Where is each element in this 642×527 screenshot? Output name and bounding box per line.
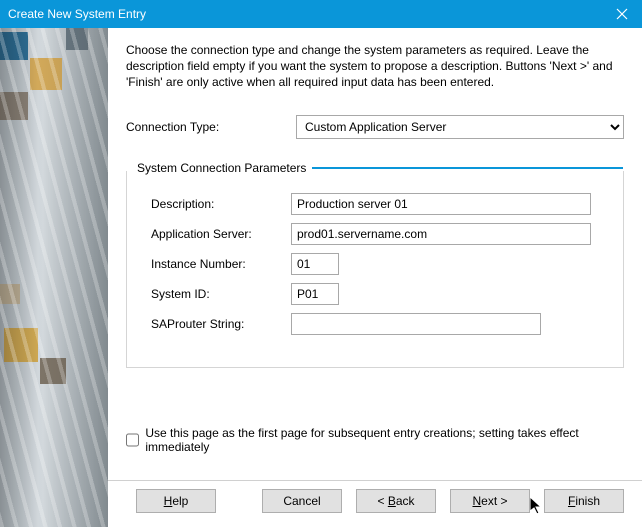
main-panel: Choose the connection type and change th… [108, 28, 642, 527]
help-button[interactable]: Help [136, 489, 216, 513]
groupbox-title: System Connection Parameters [127, 161, 312, 175]
close-button[interactable] [602, 0, 642, 28]
saprouter-string-input[interactable] [291, 313, 541, 335]
titlebar: Create New System Entry [0, 0, 642, 28]
connection-type-label: Connection Type: [126, 120, 296, 134]
wizard-footer: Help Cancel < Back Next > Finish [126, 489, 624, 517]
connection-type-select[interactable]: Custom Application Server [296, 115, 624, 139]
close-icon [616, 8, 628, 20]
description-label: Description: [141, 197, 291, 211]
application-server-input[interactable] [291, 223, 591, 245]
saprouter-string-label: SAProuter String: [141, 317, 291, 331]
instance-number-label: Instance Number: [141, 257, 291, 271]
footer-separator [108, 480, 642, 481]
application-server-label: Application Server: [141, 227, 291, 241]
dialog-body: Choose the connection type and change th… [0, 28, 642, 527]
system-id-label: System ID: [141, 287, 291, 301]
window-title: Create New System Entry [8, 7, 602, 21]
first-page-checkbox[interactable] [126, 433, 139, 447]
back-button[interactable]: < Back [356, 489, 436, 513]
finish-button[interactable]: Finish [544, 489, 624, 513]
next-button[interactable]: Next > [450, 489, 530, 513]
first-page-checkbox-label: Use this page as the first page for subs… [145, 426, 624, 454]
system-id-input[interactable] [291, 283, 339, 305]
description-input[interactable] [291, 193, 591, 215]
instance-number-input[interactable] [291, 253, 339, 275]
intro-text: Choose the connection type and change th… [126, 42, 624, 91]
system-connection-parameters-group: System Connection Parameters Description… [126, 171, 624, 368]
cancel-button[interactable]: Cancel [262, 489, 342, 513]
wizard-sidebar-image [0, 28, 108, 527]
